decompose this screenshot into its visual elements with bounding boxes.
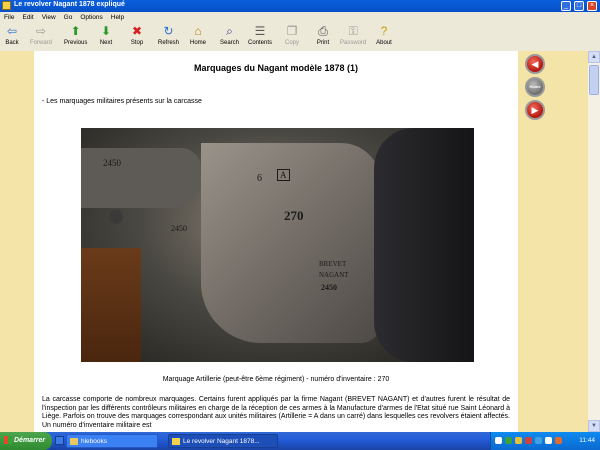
page: Marquages du Nagant modèle 1878 (1) - Le… xyxy=(34,51,518,432)
search-button[interactable]: ⌕ Search xyxy=(220,24,239,50)
taskbar-task[interactable]: hlebooks xyxy=(66,434,158,448)
taskbar-task-label: hlebooks xyxy=(81,438,108,445)
up-arrow-icon: ⬆ xyxy=(70,24,81,38)
forward-arrow-icon: ⇨ xyxy=(35,24,47,38)
engraving-arsenal-mark: A xyxy=(277,169,290,181)
toolbar: ⇦ Back ⇨ Forward ⬆ Previous ⬇ Next ✖ Stop ↻ Refresh… xyxy=(0,23,600,52)
contents-button[interactable]: ☰ Contents xyxy=(248,24,272,50)
toolbar-label: Home xyxy=(190,40,207,46)
window-title: Le revolver Nagant 1878 expliqué xyxy=(14,1,125,8)
tray-update-icon[interactable] xyxy=(555,437,562,444)
menu-go[interactable]: Go xyxy=(60,13,77,21)
taskbar-task[interactable]: Le revolver Nagant 1878... xyxy=(168,434,278,448)
photo-cylinder xyxy=(374,128,474,362)
menu-options[interactable]: Options xyxy=(76,13,106,21)
refresh-button[interactable]: ↻ Refresh xyxy=(158,24,179,50)
body-paragraph: La carcasse comporte de nombreux marquag… xyxy=(42,396,510,429)
toolbar-label: Next xyxy=(99,40,113,46)
back-button[interactable]: ⇦ Back xyxy=(4,24,20,50)
menu-edit[interactable]: Edit xyxy=(18,13,37,21)
print-icon: ⎙ xyxy=(318,24,328,38)
toolbar-label: About xyxy=(376,40,392,46)
engraving-serial-top: 2450 xyxy=(103,158,121,168)
search-icon: ⌕ xyxy=(226,24,233,38)
previous-page-button[interactable]: ◀ xyxy=(525,54,545,74)
tray-app-icon[interactable] xyxy=(535,437,542,444)
toolbar-label: Stop xyxy=(130,40,144,46)
next-button[interactable]: ⬇ Next xyxy=(98,24,114,50)
engraving-serial-mid: 2450 xyxy=(171,224,187,233)
print-button[interactable]: ⎙ Print xyxy=(315,24,331,50)
revolver-photo: 2450 2450 6 A 270 BREVET NAGANT 2450 xyxy=(81,128,474,362)
menu-view[interactable]: View xyxy=(38,13,60,21)
engraving-brevet-serial: 2450 xyxy=(321,283,337,292)
tray-expand-icon[interactable] xyxy=(495,437,502,444)
start-button[interactable]: Démarrer xyxy=(0,432,52,450)
scroll-up-arrow[interactable]: ▲ xyxy=(588,51,600,63)
minimize-button[interactable]: _ xyxy=(561,1,571,11)
scroll-down-arrow[interactable]: ▼ xyxy=(588,420,600,432)
start-label: Démarrer xyxy=(14,437,46,444)
section-subheading: - Les marquages militaires présents sur … xyxy=(42,98,202,105)
taskbar-task-label: Le revolver Nagant 1878... xyxy=(183,438,260,445)
about-button[interactable]: ? About xyxy=(376,24,392,50)
quicklaunch-desktop-icon[interactable] xyxy=(55,436,64,445)
engraving-nagant: NAGANT xyxy=(319,271,349,279)
content-area: Marquages du Nagant modèle 1878 (1) - Le… xyxy=(0,51,600,432)
refresh-icon: ↻ xyxy=(163,24,174,38)
next-page-button[interactable]: ▶ xyxy=(525,100,545,120)
page-title: Marquages du Nagant modèle 1878 (1) xyxy=(193,63,359,73)
tray-volume-icon[interactable] xyxy=(545,437,552,444)
windows-flag-icon xyxy=(4,436,12,445)
forward-button[interactable]: ⇨ Forward xyxy=(30,24,52,50)
toolbar-label: Contents xyxy=(248,40,273,46)
window-title-bar[interactable]: Le revolver Nagant 1878 expliqué _ □ × xyxy=(0,0,600,12)
photo-screw xyxy=(109,210,123,224)
toolbar-label: Print xyxy=(316,40,330,46)
tray-security-icon[interactable] xyxy=(515,437,522,444)
home-icon: ⌂ xyxy=(194,24,202,38)
menu-file[interactable]: File xyxy=(0,13,18,21)
toolbar-label: Previous xyxy=(64,40,88,46)
contents-icon: ☰ xyxy=(254,24,266,38)
copy-button[interactable]: ❐ Copy xyxy=(284,24,300,50)
copy-icon: ❐ xyxy=(286,24,298,38)
help-window-icon xyxy=(172,438,180,445)
toolbar-label: Back xyxy=(5,40,19,46)
system-tray: 11:44 xyxy=(490,432,600,450)
clock: 11:44 xyxy=(579,437,595,444)
engraving-brevet: BREVET xyxy=(319,260,347,268)
toolbar-label: Forward xyxy=(30,40,53,46)
toolbar-label: Copy xyxy=(284,40,299,46)
menu-help[interactable]: Help xyxy=(107,13,128,21)
app-icon xyxy=(2,1,11,10)
photo-barrel xyxy=(81,148,201,208)
toolbar-label: Search xyxy=(220,40,240,46)
stop-button[interactable]: ✖ Stop xyxy=(129,24,145,50)
taskbar: Démarrer hlebooks Le revolver Nagant 1878… xyxy=(0,432,600,450)
home-page-button[interactable]: Home xyxy=(525,77,545,97)
photo-grip xyxy=(81,248,141,362)
folder-icon xyxy=(70,438,78,445)
password-button[interactable]: ⚿ Password xyxy=(340,24,366,50)
photo-caption: Marquage Artillerie (peut-être 6ème régi… xyxy=(162,376,390,383)
home-button[interactable]: ⌂ Home xyxy=(190,24,206,50)
previous-button[interactable]: ⬆ Previous xyxy=(64,24,87,50)
password-icon: ⚿ xyxy=(348,24,358,38)
toolbar-label: Password xyxy=(340,40,367,46)
vertical-scrollbar[interactable]: ▲ ▼ xyxy=(588,51,600,432)
engraving-regiment: 6 xyxy=(257,173,262,184)
toolbar-label: Refresh xyxy=(158,40,180,46)
scroll-thumb[interactable] xyxy=(589,65,599,95)
maximize-button[interactable]: □ xyxy=(574,1,584,11)
stop-icon: ✖ xyxy=(131,24,143,38)
about-icon: ? xyxy=(380,24,388,38)
back-arrow-icon: ⇦ xyxy=(6,24,18,38)
down-arrow-icon: ⬇ xyxy=(100,24,112,38)
close-button[interactable]: × xyxy=(587,1,597,11)
tray-antivirus-icon[interactable] xyxy=(525,437,532,444)
tray-network-icon[interactable] xyxy=(505,437,512,444)
photo-frame xyxy=(201,143,381,343)
engraving-inventory: 270 xyxy=(284,208,304,223)
